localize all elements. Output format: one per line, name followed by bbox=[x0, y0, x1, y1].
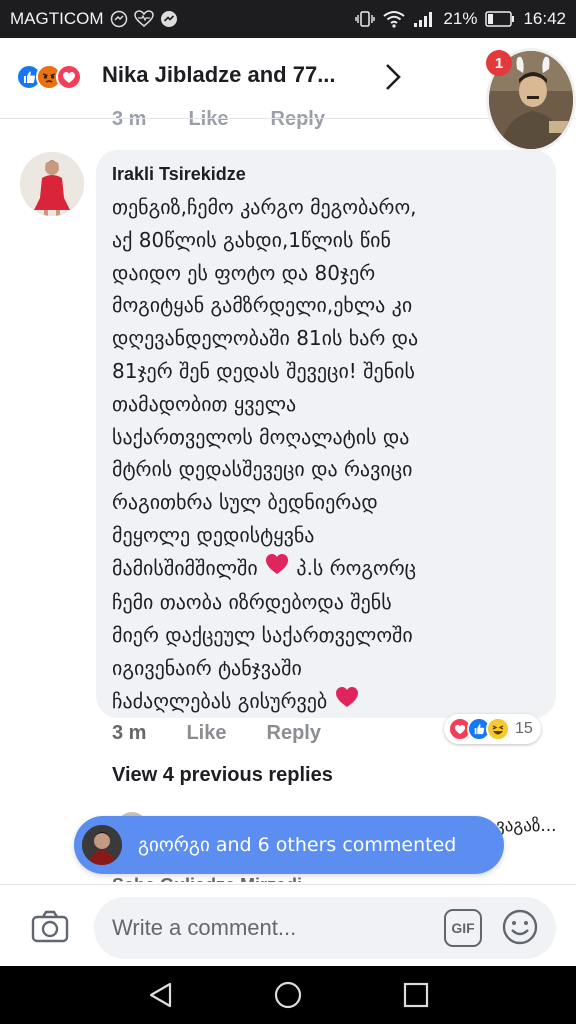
health-heart-icon bbox=[133, 10, 154, 28]
battery-icon bbox=[485, 11, 515, 27]
like-button[interactable]: Like bbox=[186, 722, 226, 745]
comment-line: თენგიზ,ჩემო კარგო მეგობარო, bbox=[112, 195, 417, 219]
clock: 16:42 bbox=[523, 9, 566, 28]
emoji-icon[interactable] bbox=[500, 907, 540, 947]
battery-percent: 21% bbox=[443, 9, 478, 28]
comment-line: ჩემი თაობა იზრდებოდა შენს bbox=[112, 590, 392, 615]
comment-line: დაიდო ეს ფოტო და 80ჯერ bbox=[112, 260, 376, 285]
comment-line: 81ჯერ შენ დედას შევეცი! შენის bbox=[112, 358, 415, 383]
gif-button[interactable]: GIF bbox=[444, 909, 482, 947]
android-nav-bar bbox=[0, 966, 576, 1024]
hidden-reply-text: ვაგაზ... bbox=[496, 816, 557, 836]
comment-line: მიერ დაქცეულ საქართველოში bbox=[112, 622, 413, 647]
red-heart-icon bbox=[264, 552, 290, 586]
reply-button[interactable]: Reply bbox=[267, 722, 321, 745]
signal-icon bbox=[413, 10, 435, 28]
status-bar: MAGTICOM 21% 16:42 bbox=[0, 0, 576, 38]
previous-like-button[interactable]: Like bbox=[188, 108, 228, 130]
comment-line: თამადობით ყველა bbox=[112, 391, 297, 416]
comment-line: მეყოლე დედისტყვნა bbox=[112, 522, 315, 547]
comment-line: რაგითხრა სულ ბედნიერად bbox=[112, 490, 378, 515]
comment-line: აქ 80წლის გახდი,1წლის წინ bbox=[112, 227, 391, 252]
comment-actions: 3 m Like Reply bbox=[112, 722, 361, 745]
comment-line: მტრის დედასშევეცი და რავიცი bbox=[112, 457, 413, 482]
love-icon bbox=[56, 64, 82, 90]
new-comments-text: გიორგი and 6 others commented bbox=[138, 834, 457, 856]
comment-composer: GIF bbox=[0, 884, 576, 966]
back-icon[interactable] bbox=[146, 980, 176, 1010]
chat-head-badge: 1 bbox=[486, 50, 512, 76]
previous-comment-actions: 3 m Like Reply bbox=[112, 108, 325, 130]
header-reactions[interactable] bbox=[16, 64, 82, 90]
recents-icon[interactable] bbox=[401, 980, 431, 1010]
commenter-thumbnail bbox=[82, 825, 122, 865]
haha-icon bbox=[486, 717, 510, 741]
carrier-name: MAGTICOM bbox=[10, 9, 104, 28]
red-heart-icon bbox=[334, 685, 360, 719]
comment-text: თენგიზ,ჩემო კარგო მეგობარო, აქ 80წლის გა… bbox=[112, 191, 540, 719]
comment-time[interactable]: 3 m bbox=[112, 722, 146, 745]
chevron-right-icon[interactable] bbox=[380, 60, 406, 94]
comment-line: მოგიტყან გამზრდელი,ეხლა კი bbox=[112, 293, 413, 318]
comment-input-box[interactable]: GIF bbox=[94, 897, 556, 959]
comment-input[interactable] bbox=[112, 915, 432, 941]
post-reactors-title[interactable]: Nika Jibladze and 77... bbox=[102, 62, 336, 88]
comment-author[interactable]: Irakli Tsirekidze bbox=[112, 164, 540, 185]
messenger-notification-icon bbox=[110, 10, 128, 28]
comment-line: საქართველოს მოღალატის და bbox=[112, 424, 410, 449]
commenter-avatar[interactable] bbox=[20, 152, 84, 216]
comment-line-suffix: პ.ს როგორც bbox=[296, 555, 417, 580]
comment-reaction-summary[interactable]: 15 bbox=[444, 714, 541, 744]
comment-line: იგივენაირ ტანჯვაში bbox=[112, 655, 302, 680]
messenger-icon bbox=[160, 10, 178, 28]
wifi-icon bbox=[383, 10, 406, 28]
vibrate-icon bbox=[355, 10, 376, 28]
reaction-count: 15 bbox=[515, 720, 533, 737]
comment-bubble[interactable]: Irakli Tsirekidze თენგიზ,ჩემო კარგო მეგო… bbox=[96, 150, 556, 718]
view-previous-replies[interactable]: View 4 previous replies bbox=[112, 764, 333, 787]
home-icon[interactable] bbox=[273, 980, 303, 1010]
comment-line-text: ჩაძაღლებას გისურვებ bbox=[112, 688, 328, 713]
previous-reply-button[interactable]: Reply bbox=[271, 108, 325, 130]
previous-comment-time: 3 m bbox=[112, 108, 147, 130]
new-comments-pill[interactable]: გიორგი and 6 others commented bbox=[74, 816, 504, 874]
comment-line-with-heart: მამისშიმშილში პ.ს როგორც bbox=[112, 552, 540, 586]
comment-line-text: მამისშიმშილში bbox=[112, 555, 258, 580]
camera-icon[interactable] bbox=[30, 907, 70, 947]
comment-line: დღევანდელობაში 81ის ხარ და bbox=[112, 326, 419, 351]
